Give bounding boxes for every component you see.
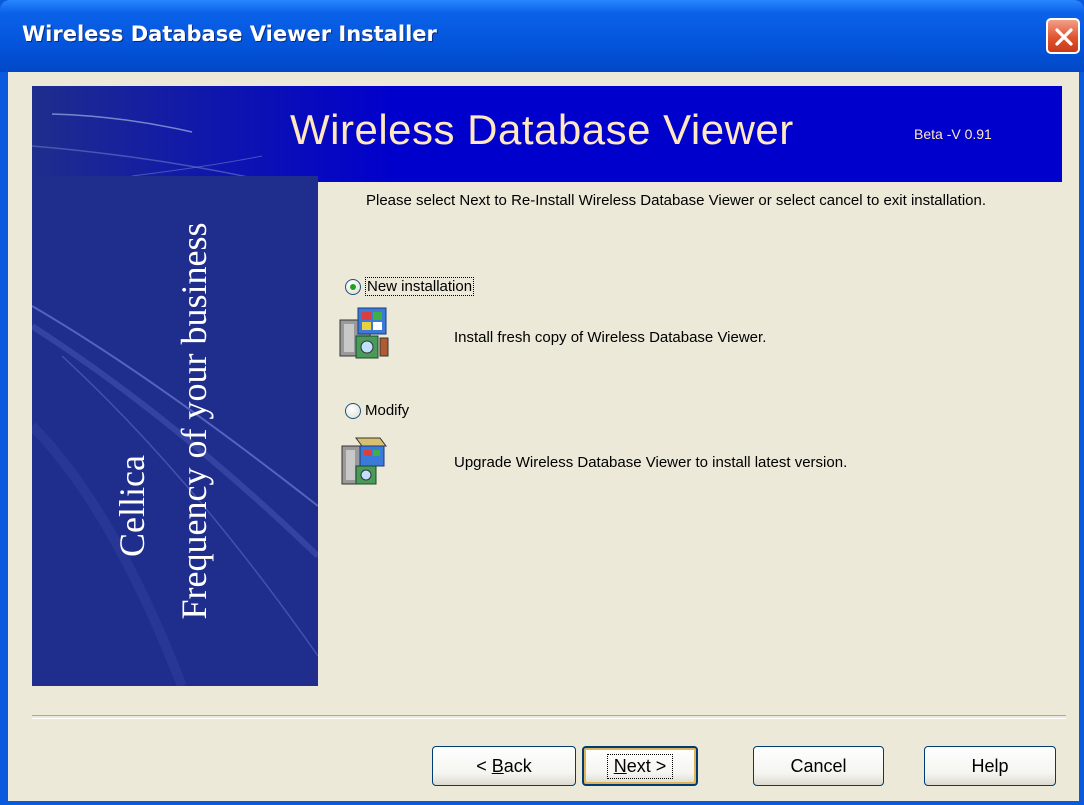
close-button[interactable]	[1046, 18, 1080, 54]
brand-tagline: Frequency of your business	[174, 222, 214, 620]
installer-window: Wireless Database Viewer Installer Wirel…	[0, 0, 1084, 805]
new-installation-description: Install fresh copy of Wireless Database …	[454, 329, 767, 346]
next-button-label: Next >	[606, 753, 674, 779]
brand-name: Cellica	[112, 455, 152, 557]
new-installation-label: New installation	[365, 277, 475, 296]
cancel-button-label: Cancel	[790, 755, 847, 776]
modify-description: Upgrade Wireless Database Viewer to inst…	[454, 454, 848, 471]
back-button[interactable]: < Back	[432, 746, 576, 786]
new-installation-radio[interactable]	[345, 278, 361, 295]
install-package-icon	[339, 307, 389, 359]
help-button-label: Help	[971, 755, 1009, 776]
help-button[interactable]: Help	[924, 746, 1056, 786]
button-separator	[32, 715, 1066, 719]
version-label: Beta -V 0.91	[914, 126, 992, 142]
side-branding-panel: Cellica Frequency of your business	[32, 176, 318, 686]
close-icon	[1055, 28, 1073, 46]
cancel-button[interactable]: Cancel	[753, 746, 884, 786]
title-bar[interactable]: Wireless Database Viewer Installer	[0, 0, 1084, 72]
window-title: Wireless Database Viewer Installer	[22, 22, 437, 46]
instructions-text: Please select Next to Re-Install Wireles…	[366, 192, 987, 209]
modify-radio[interactable]	[345, 402, 361, 419]
dialog-body: Wireless Database Viewer Beta -V 0.91 Ce…	[8, 72, 1079, 801]
modify-package-icon	[341, 437, 387, 485]
option-modify[interactable]: Modify	[345, 402, 409, 419]
modify-label: Modify	[365, 402, 410, 419]
banner-title: Wireless Database Viewer	[290, 106, 794, 153]
header-banner: Wireless Database Viewer Beta -V 0.91	[32, 86, 1062, 182]
back-button-label: < Back	[476, 755, 532, 776]
option-new-installation[interactable]: New installation	[345, 277, 475, 296]
next-button[interactable]: Next >	[582, 746, 698, 786]
